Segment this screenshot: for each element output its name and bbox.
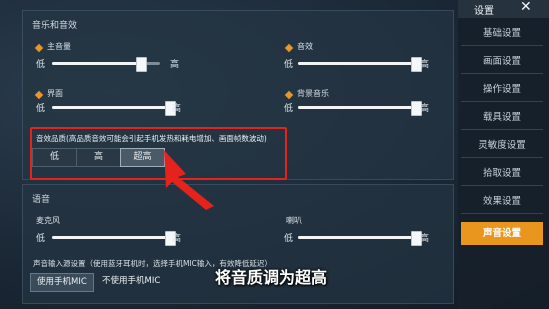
slider-max-label: 高 — [420, 234, 430, 244]
close-icon[interactable]: ✕ — [520, 0, 532, 15]
sidebar-item-vehicle[interactable]: 载具设置 — [461, 106, 543, 130]
sidebar-header — [458, 0, 549, 18]
quality-option-low[interactable]: 低 — [32, 148, 77, 167]
slider-master[interactable] — [52, 57, 160, 72]
slider-label-sfx: 音效 — [297, 42, 313, 51]
slider-fill — [298, 62, 416, 65]
slider-fill — [52, 106, 170, 109]
page-title: 设置 — [474, 6, 494, 17]
slider-label-master: 主音量 — [47, 42, 71, 51]
slider-min-label: 低 — [36, 104, 46, 114]
slider-bgm[interactable] — [298, 101, 422, 116]
slider-max-label: 高 — [420, 104, 430, 114]
sidebar-item-graphics[interactable]: 画面设置 — [461, 50, 543, 74]
sidebar-item-sound[interactable]: 声音设置 — [461, 222, 543, 245]
music-section-title: 音乐和音效 — [32, 21, 78, 31]
slider-fill — [298, 106, 416, 109]
sidebar-item-pickup[interactable]: 拾取设置 — [461, 162, 543, 186]
slider-label-bgm: 背景音乐 — [297, 89, 329, 98]
sidebar-item-controls[interactable]: 操作设置 — [461, 78, 543, 102]
voice-section-title: 语音 — [32, 195, 51, 205]
slider-max-label: 高 — [420, 60, 430, 70]
slider-min-label: 低 — [284, 104, 294, 114]
slider-fill — [52, 62, 141, 65]
caption-overlay: 将音质调为超高 — [215, 268, 328, 287]
slider-fill — [52, 236, 170, 239]
red-arrow-icon — [164, 150, 214, 210]
slider-thumb[interactable] — [135, 57, 147, 72]
slider-fill — [298, 236, 416, 239]
sidebar-item-basic[interactable]: 基础设置 — [461, 22, 543, 46]
slider-max-label: 高 — [172, 234, 182, 244]
slider-label-speaker: 喇叭 — [286, 216, 302, 225]
slider-label-ui: 界面 — [47, 89, 63, 98]
use-phone-mic-button[interactable]: 使用手机MIC — [30, 273, 94, 292]
slider-max-label: 高 — [170, 60, 180, 70]
slider-min-label: 低 — [284, 60, 294, 70]
slider-ui[interactable] — [52, 101, 176, 116]
slider-max-label: 高 — [172, 104, 182, 114]
slider-label-mic: 麦克风 — [36, 216, 60, 225]
slider-min-label: 低 — [284, 234, 294, 244]
sidebar-item-sensitivity[interactable]: 灵敏度设置 — [461, 134, 543, 158]
slider-speaker[interactable] — [298, 231, 422, 246]
slider-sfx[interactable] — [298, 57, 422, 72]
quality-option-high[interactable]: 高 — [76, 148, 121, 167]
sidebar-item-effects[interactable]: 效果设置 — [461, 190, 543, 214]
slider-min-label: 低 — [36, 60, 46, 70]
slider-min-label: 低 — [36, 234, 46, 244]
no-phone-mic-button[interactable]: 不使用手机MIC — [96, 273, 166, 290]
slider-mic[interactable] — [52, 231, 176, 246]
quality-title: 音效品质(高品质音效可能会引起手机发热和耗电增加、画面帧数波动) — [36, 134, 267, 143]
